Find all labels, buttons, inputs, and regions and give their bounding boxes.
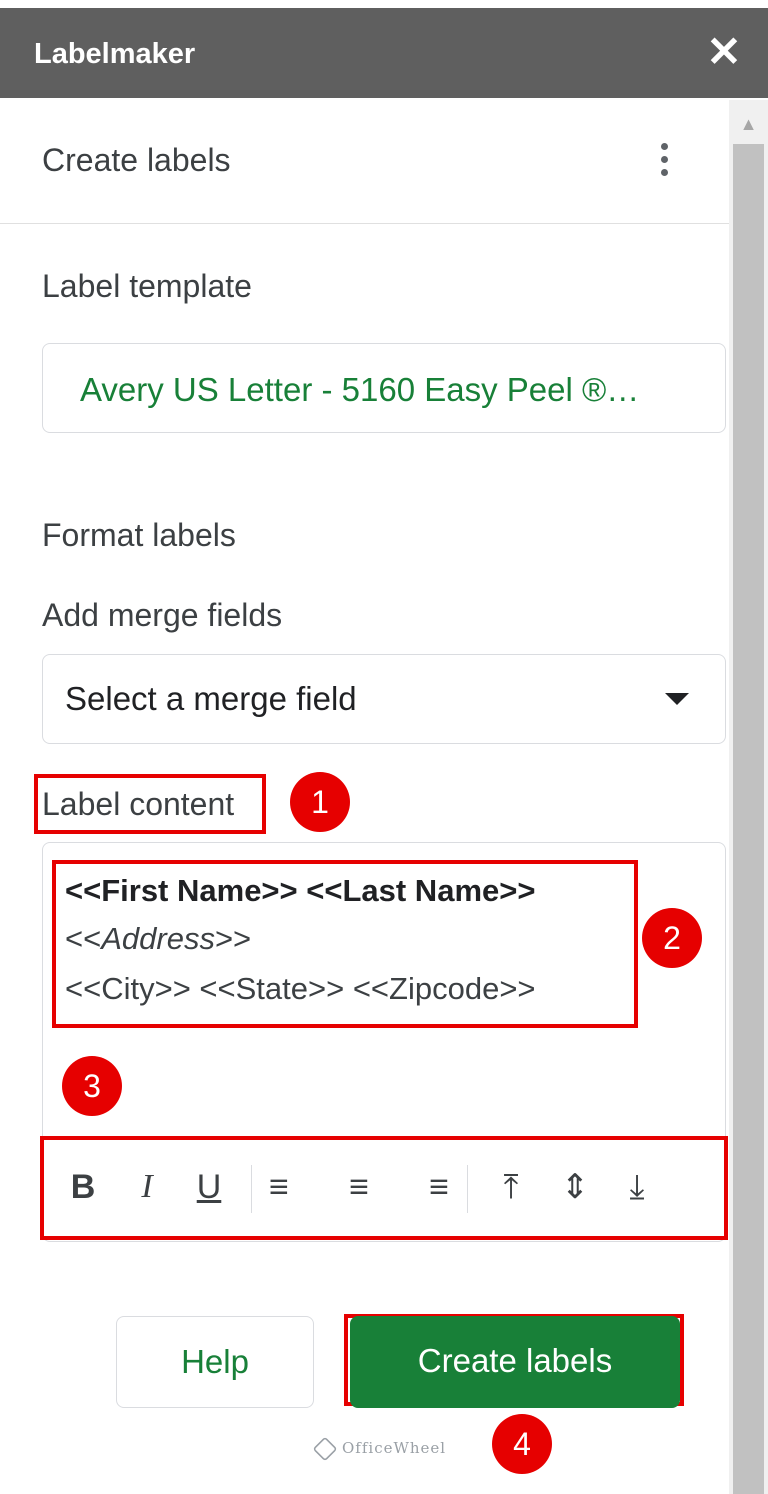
- format-labels-heading: Format labels: [42, 517, 236, 553]
- scroll-thumb[interactable]: [733, 144, 764, 1494]
- annotation-box-2: [52, 860, 638, 1028]
- close-icon[interactable]: ✕: [702, 30, 746, 74]
- scroll-up-arrow-icon[interactable]: ▲: [729, 114, 768, 134]
- annotation-badge-1: 1: [290, 772, 350, 832]
- panel-heading: Create labels: [42, 142, 231, 178]
- more-vert-icon[interactable]: [652, 140, 676, 184]
- merge-field-select[interactable]: Select a merge field: [42, 654, 726, 744]
- create-labels-button[interactable]: Create labels: [350, 1316, 680, 1408]
- merge-field-select-value: Select a merge field: [65, 680, 357, 717]
- annotation-badge-2: 2: [642, 908, 702, 968]
- annotation-badge-4: 4: [492, 1414, 552, 1474]
- watermark: OfficeWheel: [312, 1436, 446, 1462]
- watermark-logo-icon: [312, 1436, 338, 1462]
- sidebar-titlebar: Labelmaker ✕: [0, 8, 768, 98]
- label-template-heading: Label template: [42, 268, 252, 304]
- annotation-box-3: [40, 1136, 728, 1240]
- label-template-value: Avery US Letter - 5160 Easy Peel ®…: [80, 371, 640, 408]
- sidebar-title: Labelmaker: [34, 38, 196, 70]
- merge-fields-label: Add merge fields: [42, 597, 283, 633]
- header-divider: [0, 223, 729, 224]
- annotation-box-1: [34, 774, 266, 834]
- help-button[interactable]: Help: [116, 1316, 314, 1408]
- dropdown-caret-icon: [665, 693, 689, 705]
- scrollbar[interactable]: ▲: [729, 100, 768, 1494]
- annotation-badge-3: 3: [62, 1056, 122, 1116]
- label-template-selector[interactable]: Avery US Letter - 5160 Easy Peel ®…: [42, 343, 726, 433]
